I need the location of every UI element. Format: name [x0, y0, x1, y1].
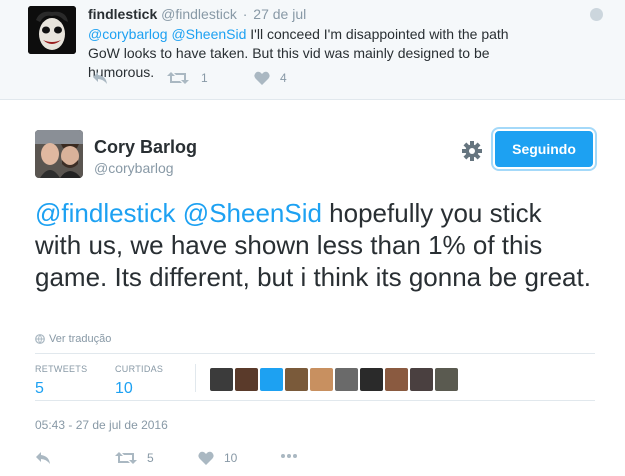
main-tweet-text: @findlestick @SheenSid hopefully you sti…	[35, 197, 595, 293]
following-button[interactable]: Seguindo	[495, 131, 593, 167]
translate-label: Ver tradução	[49, 333, 112, 345]
reply-author-name[interactable]: findlestick	[88, 6, 157, 22]
mention-link[interactable]: @SheenSid	[183, 198, 322, 228]
retweet-icon	[115, 452, 137, 464]
reply-author-handle[interactable]: @findlestick	[161, 6, 237, 22]
reply-icon	[36, 452, 50, 464]
globe-icon	[35, 334, 45, 344]
liker-avatar[interactable]	[260, 368, 283, 391]
main-avatar[interactable]	[35, 130, 83, 178]
liker-avatar[interactable]	[385, 368, 408, 391]
more-icon	[281, 454, 297, 458]
retweets-stat[interactable]: RETWEETS 5	[35, 364, 87, 398]
heart-icon	[198, 451, 214, 465]
reply-button[interactable]	[92, 71, 108, 85]
retweet-icon	[167, 72, 189, 84]
liker-avatar[interactable]	[210, 368, 233, 391]
gear-icon[interactable]	[461, 140, 483, 162]
reply-tweet: findlestick @findlestick · 27 de jul @co…	[0, 0, 625, 100]
retweet-count: 1	[201, 71, 208, 85]
reply-avatar[interactable]	[28, 6, 76, 54]
liker-avatar[interactable]	[360, 368, 383, 391]
liker-avatar[interactable]	[435, 368, 458, 391]
caret-icon[interactable]	[590, 8, 603, 21]
liker-avatar[interactable]	[285, 368, 308, 391]
retweets-label: RETWEETS	[35, 364, 88, 374]
reply-text: @corybarlog @SheenSid I'll conceed I'm d…	[88, 25, 518, 82]
more-button[interactable]	[280, 453, 298, 459]
likes-stat[interactable]: CURTIDAS 10	[115, 364, 163, 398]
liker-avatar[interactable]	[310, 368, 333, 391]
translate-link[interactable]: Ver tradução	[35, 333, 111, 345]
retweet-button[interactable]: 1	[167, 71, 208, 85]
tweet-timestamp[interactable]: 05:43 - 27 de jul de 2016	[35, 418, 168, 432]
retweets-value: 5	[35, 380, 44, 397]
liker-avatar[interactable]	[235, 368, 258, 391]
reply-icon	[93, 72, 107, 84]
liker-avatars	[210, 368, 458, 391]
main-author-handle[interactable]: @corybarlog	[94, 160, 174, 176]
like-button[interactable]: 10	[198, 451, 237, 465]
retweet-count: 5	[147, 451, 154, 465]
tweet-stats: RETWEETS 5 CURTIDAS 10	[35, 353, 595, 401]
mention-link[interactable]: @findlestick	[35, 198, 176, 228]
reply-button[interactable]	[35, 451, 51, 465]
like-button[interactable]: 4	[254, 71, 287, 85]
reply-header: findlestick @findlestick · 27 de jul	[88, 6, 306, 22]
liker-avatar[interactable]	[410, 368, 433, 391]
likes-value: 10	[115, 380, 133, 397]
liker-avatar[interactable]	[335, 368, 358, 391]
heart-icon	[254, 71, 270, 85]
like-count: 10	[224, 451, 238, 465]
reply-time[interactable]: 27 de jul	[253, 6, 306, 22]
mention-link[interactable]: @SheenSid	[171, 26, 246, 42]
retweet-button[interactable]: 5	[115, 451, 154, 465]
likes-label: CURTIDAS	[115, 364, 164, 374]
stats-divider	[195, 364, 196, 392]
main-author-name[interactable]: Cory Barlog	[94, 137, 197, 158]
mention-link[interactable]: @corybarlog	[88, 26, 168, 42]
separator-dot: ·	[242, 6, 248, 22]
like-count: 4	[280, 71, 287, 85]
